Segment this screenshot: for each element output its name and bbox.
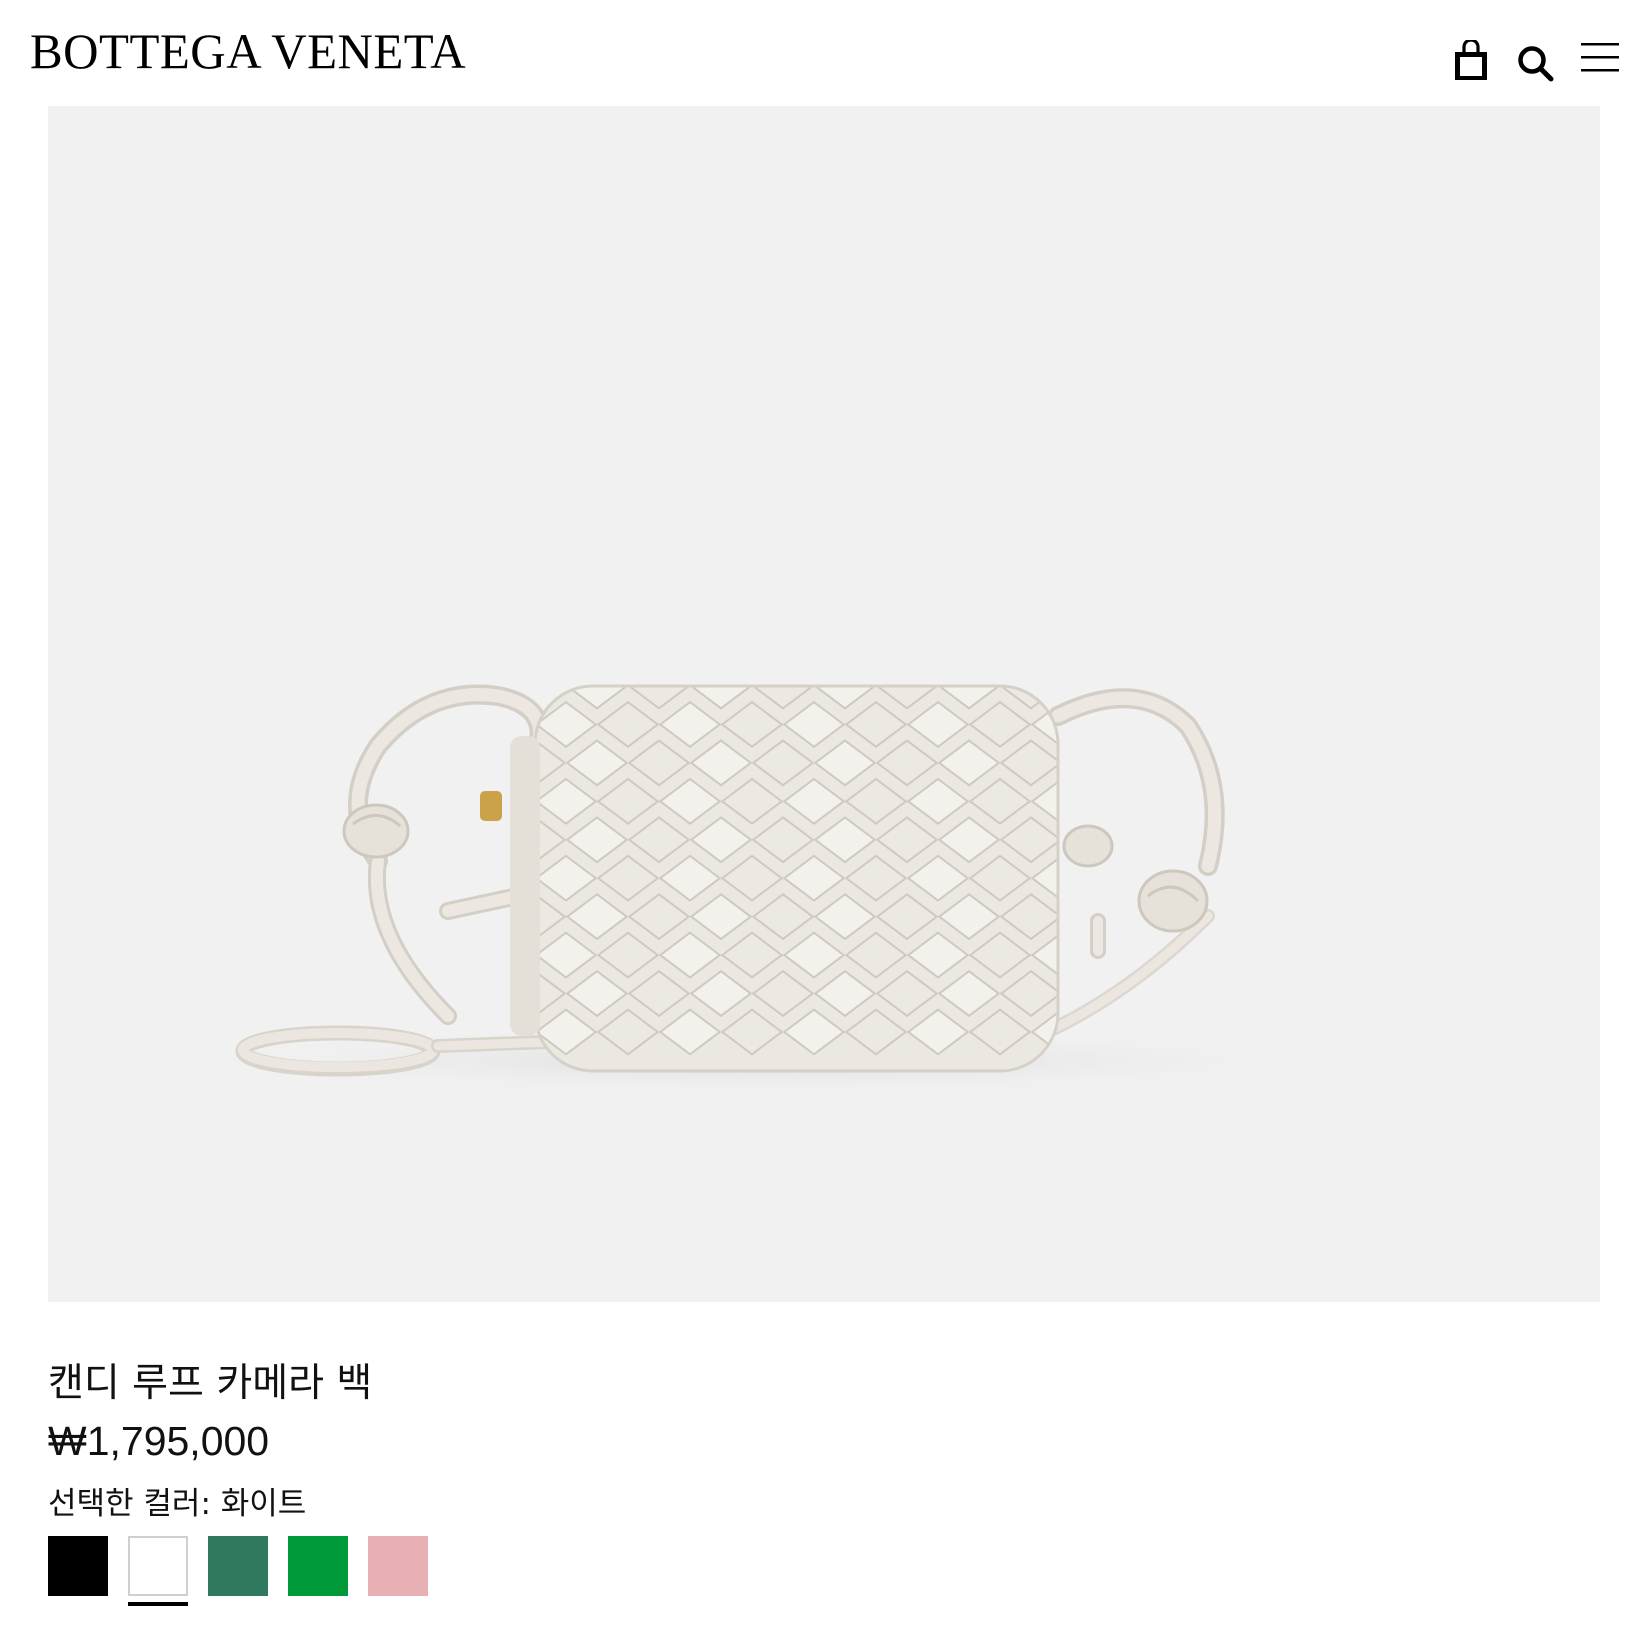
color-swatch[interactable] [128, 1536, 188, 1596]
color-swatches [48, 1536, 448, 1606]
selected-color-label: 선택한 컬러: [48, 1486, 211, 1522]
product-price: ₩1,795,000 [48, 1418, 270, 1464]
hamburger-menu-icon[interactable] [1578, 40, 1622, 76]
shopping-bag-icon[interactable] [1452, 40, 1490, 82]
product-title: 캔디 루프 카메라 백 [48, 1361, 373, 1406]
selected-swatch-indicator [128, 1602, 188, 1606]
selected-color-text: 선택한 컬러: 화이트 [48, 1478, 306, 1523]
site-header: BOTTEGA VENETA [0, 0, 1640, 106]
selected-color-value: 화이트 [220, 1486, 307, 1522]
camera-bag-illustration [148, 684, 1388, 1097]
search-icon[interactable] [1516, 44, 1556, 84]
brand-logo[interactable]: BOTTEGA VENETA [30, 22, 466, 80]
color-swatch[interactable] [368, 1536, 428, 1596]
color-swatch[interactable] [288, 1536, 348, 1596]
color-swatch[interactable] [208, 1536, 268, 1596]
color-swatch[interactable] [48, 1536, 108, 1596]
product-image[interactable] [48, 106, 1600, 1302]
